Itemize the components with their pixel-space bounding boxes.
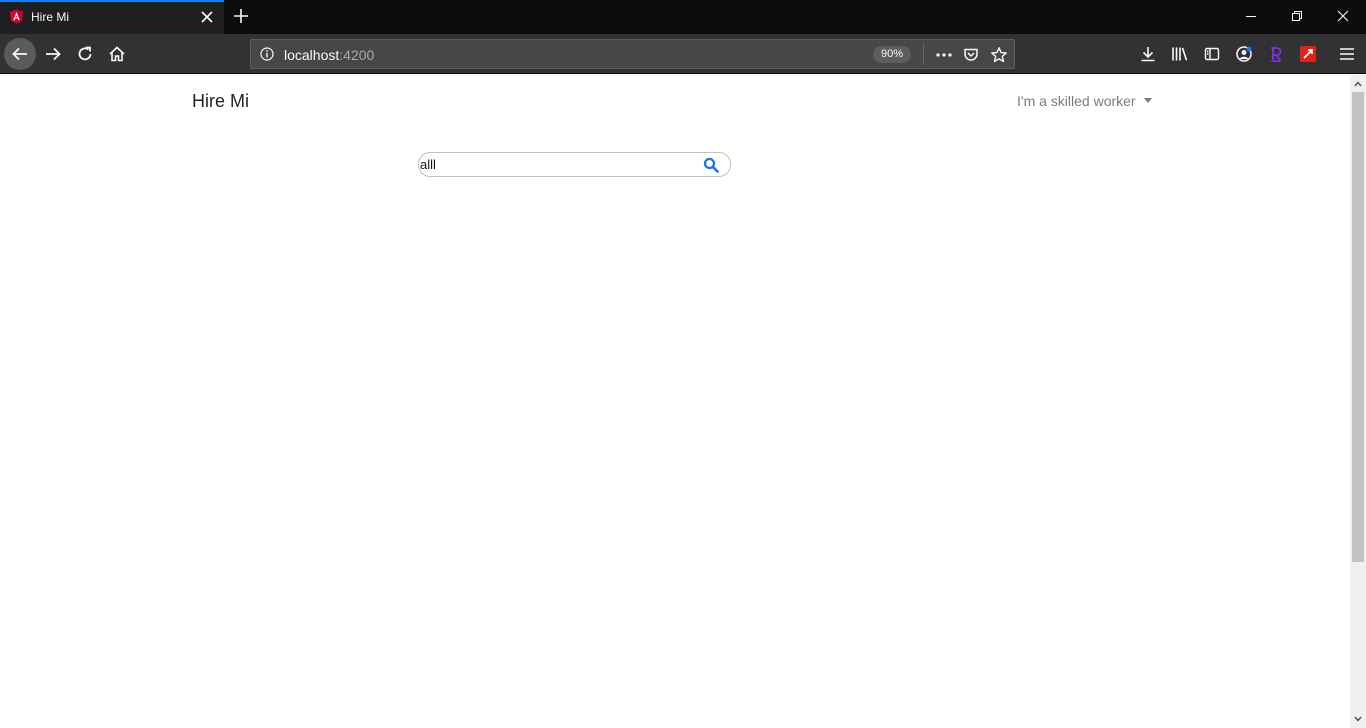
sidebar-button[interactable] [1202,44,1222,64]
reload-button[interactable] [69,38,101,70]
page-actions-button[interactable] [935,46,953,64]
account-icon [1236,46,1252,62]
pocket-icon [964,48,978,61]
url-bar[interactable]: localhost:4200 90% [250,39,1015,69]
url-host: localhost [284,47,340,63]
restore-button[interactable] [1274,0,1320,32]
library-icon [1172,47,1188,61]
r-extension-icon [1271,47,1282,62]
info-icon[interactable] [260,47,274,61]
menu-button[interactable] [1337,44,1357,64]
forward-button[interactable] [37,38,69,70]
close-window-button[interactable] [1320,0,1366,32]
scrollbar-thumb[interactable] [1352,92,1364,562]
search-icon[interactable] [703,157,719,173]
arrow-right-icon [46,47,61,61]
sidebar-icon [1204,47,1220,61]
tab-hire-mi[interactable]: Hire Mi [0,0,224,34]
hamburger-menu-icon [1340,48,1354,60]
scroll-down-arrow-icon[interactable] [1354,715,1362,723]
reload-icon [78,46,92,61]
url-bar-divider [923,44,924,65]
pocket-button[interactable] [962,46,980,64]
arrow-left-icon [12,47,27,61]
home-button[interactable] [101,38,133,70]
angular-icon [9,9,24,24]
download-icon [1141,47,1155,62]
scroll-up-arrow-icon[interactable] [1354,80,1362,88]
more-dots-icon [936,53,952,57]
red-extension-icon [1300,46,1316,62]
navigation-toolbar: localhost:4200 90% [0,34,1366,74]
downloads-button[interactable] [1138,44,1158,64]
role-dropdown-label: I'm a skilled worker [1017,93,1136,109]
search-input[interactable] [420,155,690,174]
role-dropdown-toggle[interactable]: I'm a skilled worker [1017,93,1152,109]
page-scrollbar[interactable] [1350,75,1366,728]
tab-bar: Hire Mi [0,0,1366,34]
caret-down-icon [1143,97,1152,103]
star-icon [991,47,1007,63]
page-content: Hire Mi I'm a skilled worker [0,75,1350,728]
url-port: :4200 [339,47,375,63]
home-icon [109,46,125,62]
extension-r-button[interactable] [1266,44,1286,64]
minimize-button[interactable] [1228,0,1274,32]
close-icon [1337,10,1349,22]
account-button[interactable] [1234,44,1254,64]
brand-link[interactable]: Hire Mi [192,91,249,112]
new-tab-icon[interactable] [231,6,251,26]
tab-title: Hire Mi [31,10,69,24]
minimize-icon [1246,16,1256,17]
library-button[interactable] [1170,44,1190,64]
bookmark-button[interactable] [990,46,1008,64]
restore-icon [1292,11,1302,21]
back-button[interactable] [4,38,36,70]
zoom-level-badge[interactable]: 90% [873,46,911,63]
extension-red-button[interactable] [1298,44,1318,64]
url-text[interactable]: localhost:4200 [284,47,374,63]
close-tab-icon[interactable] [198,8,216,26]
search-box [418,152,731,177]
